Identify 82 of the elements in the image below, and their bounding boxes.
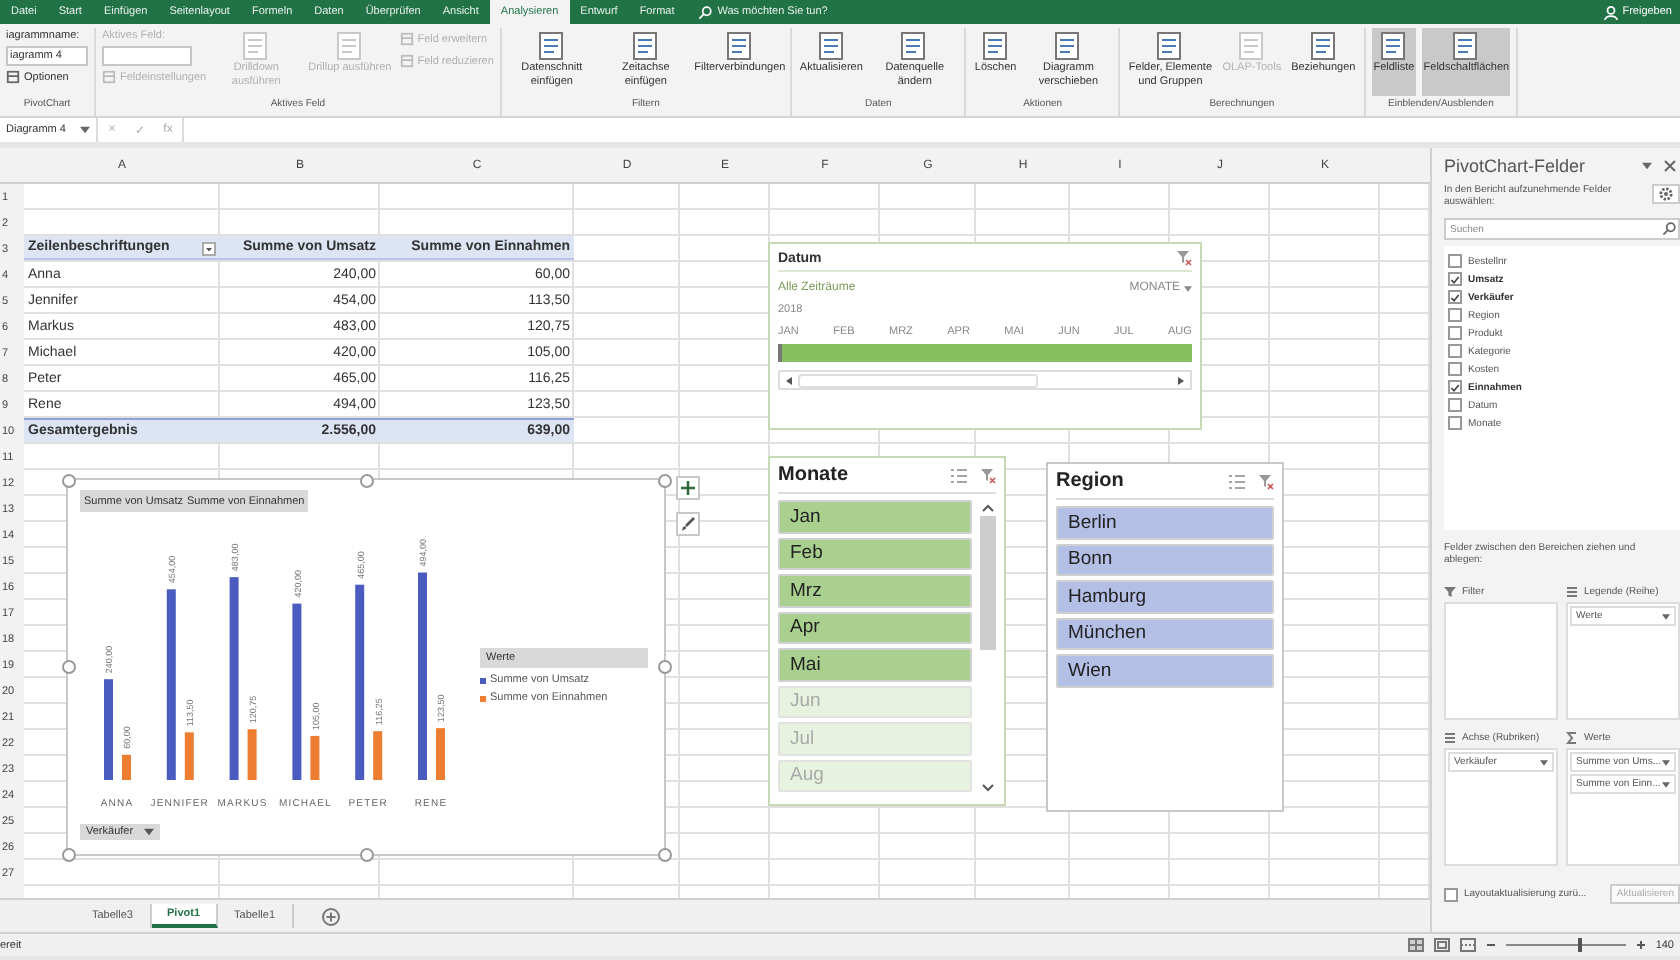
caret-icon[interactable] [1642,162,1652,170]
sheet-icon [535,30,568,62]
slicer-item[interactable]: Feb [778,537,972,570]
checkbox[interactable] [1448,326,1462,340]
sheet-icon [1052,30,1085,62]
sheet-icon [399,32,414,46]
resize-handle[interactable] [657,660,671,674]
slicer-title: Monate [778,464,850,486]
timeline-scrollbar[interactable] [778,370,1192,390]
slicer-item[interactable]: Bonn [1056,543,1274,576]
sigma-icon [1566,732,1578,744]
add-sheet-icon[interactable] [321,907,340,926]
caret-icon [1662,759,1670,765]
checkbox[interactable] [1448,362,1462,376]
caret-icon [1184,285,1192,291]
sheet-icon [333,30,366,62]
checkbox[interactable] [1448,344,1462,358]
slicer-title: Region [1056,470,1126,492]
slicer-item[interactable]: Mrz [778,574,972,607]
checkbox[interactable] [1448,380,1462,394]
checkbox[interactable] [1448,290,1462,304]
slicer-scrollbar[interactable] [978,500,996,792]
caret-icon [1662,781,1670,787]
checkbox[interactable] [1448,416,1462,430]
slicer-item[interactable]: München [1056,617,1274,650]
plus-icon [680,480,696,496]
resize-handle[interactable] [359,847,373,861]
chart-styles-button[interactable] [676,512,700,536]
sheet-icon [399,54,414,68]
slicer-item[interactable]: Jan [778,500,972,533]
sheet-icon [723,30,756,62]
settings-icon [1658,186,1674,202]
caret-icon [1662,613,1670,619]
pivot-chart[interactable] [66,478,666,856]
resize-handle[interactable] [657,847,671,861]
settings-button[interactable] [1652,184,1680,204]
slicer-item[interactable]: Berlin [1056,506,1274,539]
sheet-icon [1154,30,1187,62]
chart-elements-button[interactable] [676,476,700,500]
zoom-out-icon[interactable] [1485,940,1496,950]
sheet-icon [979,30,1012,62]
sheet-icon [898,30,931,62]
checkbox[interactable] [1448,398,1462,412]
sheet-icon [1377,30,1410,62]
checkbox[interactable] [1444,887,1458,901]
clear-filter-icon[interactable] [980,467,996,483]
checkbox[interactable] [1448,308,1462,322]
zoom-in-icon[interactable] [1635,940,1646,950]
sheet-icon [1450,30,1483,62]
page-break-icon[interactable] [1459,938,1476,952]
slicer-item[interactable]: Apr [778,611,972,644]
slicer-item[interactable]: Mai [778,648,972,681]
sheet-icon [102,70,116,84]
left-arrow-icon[interactable] [784,375,794,385]
slicer-item[interactable]: Wien [1056,654,1274,687]
page-layout-icon[interactable] [1433,938,1450,952]
slicer-item[interactable]: Hamburg [1056,580,1274,613]
checkbox[interactable] [1448,272,1462,286]
clear-filter-icon[interactable] [1258,473,1274,489]
filter-icon [1444,586,1456,598]
sheet-icon [1307,30,1340,62]
multi-select-icon[interactable] [1228,473,1246,489]
filter-dropdown-icon[interactable] [202,242,216,256]
normal-view-icon[interactable] [1407,938,1424,952]
search-icon [697,5,712,19]
sheet-icon [240,30,273,62]
checkbox[interactable] [1448,254,1462,268]
sheet-icon [1235,30,1268,62]
caret-icon [143,828,154,836]
caret-icon [80,126,90,134]
sheet-icon [6,70,20,84]
sheet-icon [815,30,848,62]
person-icon [1604,5,1619,19]
clear-filter-icon[interactable] [1176,250,1192,266]
close-icon[interactable] [1664,160,1676,172]
caret-icon [1540,759,1548,765]
multi-select-icon[interactable] [950,467,968,483]
brush-icon [680,516,696,532]
sheet-icon [629,30,662,62]
pane-title: PivotChart-Felder [1444,156,1588,176]
search-icon [1662,222,1676,236]
right-arrow-icon[interactable] [1176,375,1186,385]
